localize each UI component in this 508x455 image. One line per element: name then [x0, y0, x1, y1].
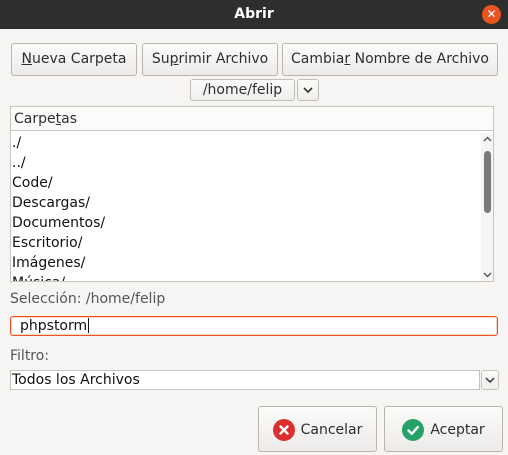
list-item[interactable]: ../: [11, 154, 479, 174]
accept-button[interactable]: Aceptar: [384, 406, 503, 452]
list-item[interactable]: Escritorio/: [11, 234, 479, 254]
vertical-scrollbar[interactable]: [481, 133, 494, 281]
selection-label: Selección: /home/felip: [10, 291, 166, 307]
list-item[interactable]: Imágenes/: [11, 254, 479, 274]
chevron-down-icon: [303, 87, 313, 94]
list-item[interactable]: Documentos/: [11, 214, 479, 234]
checkmark-icon: [402, 419, 425, 441]
delete-file-button[interactable]: Suprimir Archivo: [142, 43, 278, 76]
filter-dropdown-button[interactable]: [481, 370, 499, 390]
filename-input[interactable]: phpstorm: [10, 316, 498, 336]
list-item[interactable]: Música/: [11, 274, 479, 281]
path-dropdown-button[interactable]: [297, 79, 319, 101]
folder-list-header[interactable]: Carpetas: [11, 107, 493, 131]
cancel-button[interactable]: Cancelar: [258, 406, 377, 452]
filter-select[interactable]: Todos los Archivos: [10, 370, 480, 390]
list-item[interactable]: Code/: [11, 174, 479, 194]
title-bar: Abrir ✕: [0, 0, 508, 29]
list-item[interactable]: Descargas/: [11, 194, 479, 214]
rename-file-button[interactable]: Cambiar Nombre de Archivo: [282, 43, 498, 76]
filter-label: Filtro:: [10, 348, 50, 364]
text-caret: [88, 318, 90, 333]
close-icon[interactable]: ✕: [482, 5, 501, 24]
scroll-down-icon[interactable]: [481, 269, 494, 281]
scroll-up-icon[interactable]: [481, 133, 494, 145]
chevron-down-icon: [485, 377, 495, 384]
folder-items: ./ ../ Code/ Descargas/ Documentos/ Escr…: [11, 134, 479, 281]
folder-list[interactable]: Carpetas ./ ../ Code/ Descargas/ Documen…: [10, 106, 494, 282]
scroll-thumb[interactable]: [484, 151, 491, 213]
path-button[interactable]: /home/felip: [190, 79, 295, 101]
new-folder-button[interactable]: Nueva Carpeta: [11, 43, 137, 76]
cancel-icon: [272, 419, 295, 441]
list-item[interactable]: ./: [11, 134, 479, 154]
window-title: Abrir: [234, 6, 274, 22]
